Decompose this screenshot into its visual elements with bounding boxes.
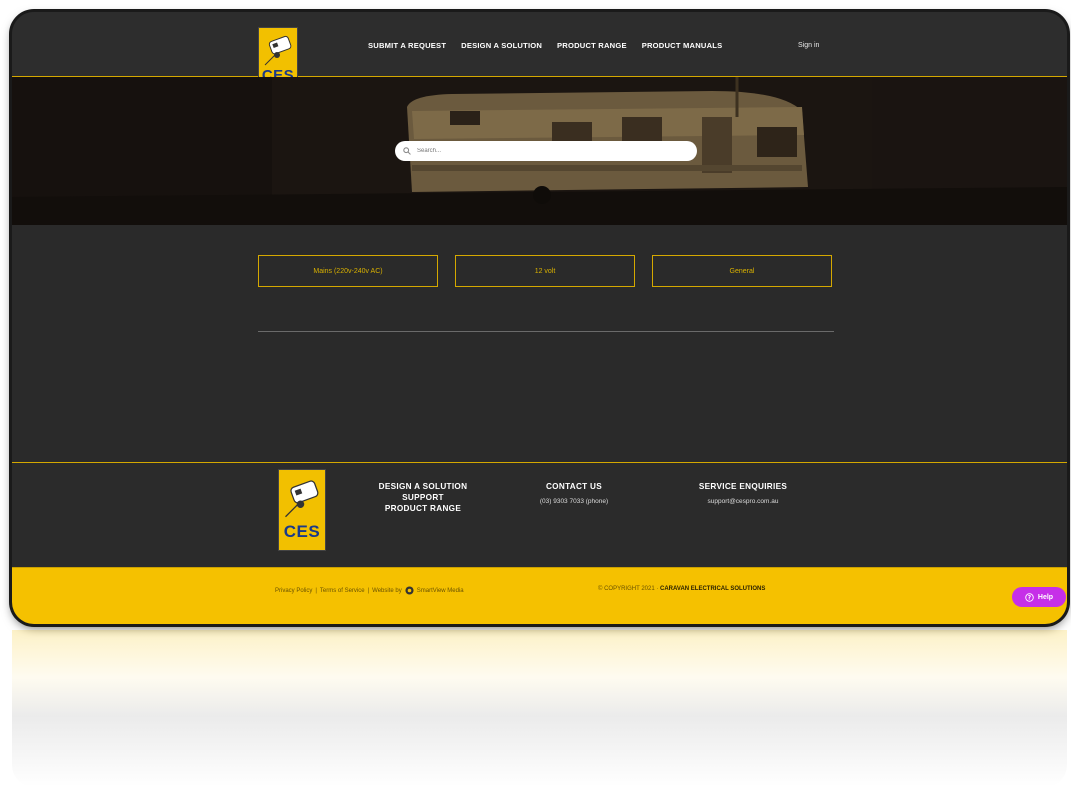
footer-design-solution[interactable]: DESIGN A SOLUTION — [364, 481, 482, 492]
caravan-logo-icon — [285, 480, 319, 518]
category-general[interactable]: General — [652, 255, 832, 287]
footer-service: SERVICE ENQUIRIES support@cespro.com.au — [678, 481, 808, 505]
mirror-reflection — [12, 630, 1067, 787]
category-mains[interactable]: Mains (220v-240v AC) — [258, 255, 438, 287]
agency-link[interactable]: SmartView Media — [417, 588, 464, 594]
contact-phone[interactable]: (03) 9303 7033 (phone) — [514, 498, 634, 505]
hero-banner — [12, 77, 1067, 225]
nav-submit-request[interactable]: SUBMIT A REQUEST — [368, 41, 446, 50]
site-footer: CES DESIGN A SOLUTION SUPPORT PRODUCT RA… — [12, 462, 1067, 567]
service-email[interactable]: support@cespro.com.au — [678, 498, 808, 505]
search-input[interactable] — [415, 147, 669, 155]
browser-frame: CES SUBMIT A REQUEST DESIGN A SOLUTION P… — [12, 12, 1067, 624]
footer-links: DESIGN A SOLUTION SUPPORT PRODUCT RANGE — [364, 481, 482, 514]
help-label: Help — [1037, 593, 1054, 601]
privacy-policy-link[interactable]: Privacy Policy — [275, 588, 312, 594]
legal-links: Privacy Policy | Terms of Service | Webs… — [275, 586, 464, 595]
contact-heading: CONTACT US — [545, 482, 603, 491]
search-bar[interactable] — [395, 141, 697, 161]
link-separator: | — [367, 587, 370, 594]
search-icon — [403, 147, 411, 155]
footer-contact: CONTACT US (03) 9303 7033 (phone) — [514, 481, 634, 505]
section-divider — [258, 331, 834, 332]
main-nav: SUBMIT A REQUEST DESIGN A SOLUTION PRODU… — [368, 41, 722, 50]
help-icon: ? — [1025, 592, 1034, 602]
nav-product-manuals[interactable]: PRODUCT MANUALS — [642, 41, 723, 50]
category-12-volt[interactable]: 12 volt — [455, 255, 635, 287]
footer-support[interactable]: SUPPORT — [364, 492, 482, 503]
copyright-label: © COPYRIGHT 2021 · — [598, 586, 659, 592]
footer-product-range[interactable]: PRODUCT RANGE — [364, 503, 482, 514]
footer-logo-text: CES — [283, 522, 321, 541]
nav-product-range[interactable]: PRODUCT RANGE — [557, 41, 627, 50]
link-separator: | — [315, 587, 317, 594]
company-name: CARAVAN ELECTRICAL SOLUTIONS — [660, 586, 766, 592]
website-by-label: Website by — [372, 587, 402, 594]
footer-logo[interactable]: CES — [278, 469, 326, 551]
copyright-text: © COPYRIGHT 2021 · CARAVAN ELECTRICAL SO… — [598, 586, 765, 592]
caravan-logo-icon — [264, 35, 292, 66]
sign-in-link[interactable]: Sign in — [798, 42, 819, 49]
site-header: CES SUBMIT A REQUEST DESIGN A SOLUTION P… — [12, 12, 1067, 87]
smartview-logo-icon — [405, 586, 414, 595]
copyright-bar: Privacy Policy | Terms of Service | Webs… — [12, 567, 1067, 624]
service-heading: SERVICE ENQUIRIES — [698, 482, 788, 491]
help-button[interactable]: ? Help — [1012, 587, 1066, 607]
nav-design-solution[interactable]: DESIGN A SOLUTION — [461, 41, 542, 50]
terms-link[interactable]: Terms of Service — [320, 588, 365, 594]
